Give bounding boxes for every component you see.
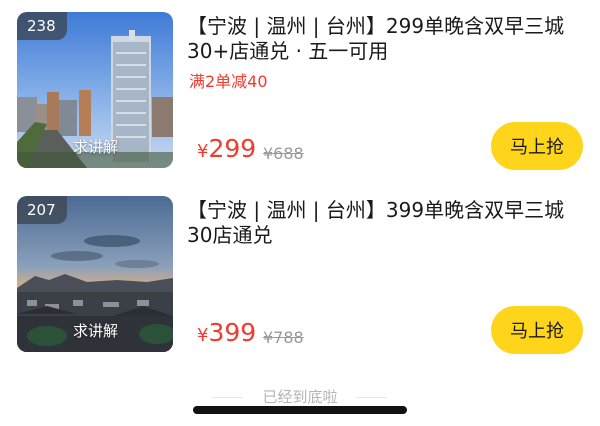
current-price: ¥399: [197, 318, 256, 347]
buy-now-button[interactable]: 马上抢: [491, 306, 583, 354]
viewer-count-badge: 238: [17, 12, 67, 40]
buy-now-button[interactable]: 马上抢: [491, 122, 583, 170]
request-explain-label[interactable]: 求讲解: [73, 320, 118, 341]
product-title[interactable]: 【宁波 | 温州 | 台州】399单晚含双早三城 30店通兑: [187, 198, 567, 248]
price-value: 399: [208, 318, 257, 347]
product-card[interactable]: 238 求讲解 【宁波 | 温州 | 台州】299单晚含双早三城 30+店通兑 …: [0, 12, 600, 182]
product-image[interactable]: 238 求讲解: [17, 12, 173, 168]
currency-symbol: ¥: [197, 325, 209, 346]
product-title-line1: 【宁波 | 温州 | 台州】399单晚含双早三城: [187, 198, 565, 222]
end-of-list-footer: 已经到底啦: [0, 386, 600, 408]
original-price: ¥788: [263, 328, 304, 347]
divider: [356, 397, 386, 398]
current-price: ¥299: [197, 134, 256, 163]
request-explain-label[interactable]: 求讲解: [73, 136, 118, 157]
original-price: ¥688: [263, 144, 304, 163]
product-title[interactable]: 【宁波 | 温州 | 台州】299单晚含双早三城 30+店通兑 · 五一可用: [187, 14, 567, 64]
price-value: 299: [208, 134, 257, 163]
promo-tag: 满2单减40: [189, 72, 268, 91]
product-card[interactable]: 207 求讲解 【宁波 | 温州 | 台州】399单晚含双早三城 30店通兑 ¥…: [0, 196, 600, 366]
viewer-count-badge: 207: [17, 196, 67, 224]
end-of-list-text: 已经到底啦: [262, 388, 338, 406]
product-title-line1: 【宁波 | 温州 | 台州】299单晚含双早三城: [187, 14, 565, 38]
currency-symbol: ¥: [197, 141, 209, 162]
product-title-line2: 30+店通兑 · 五一可用: [187, 39, 389, 63]
home-indicator-bar[interactable]: [193, 406, 407, 414]
product-title-line2: 30店通兑: [187, 223, 273, 247]
product-image[interactable]: 207 求讲解: [17, 196, 173, 352]
